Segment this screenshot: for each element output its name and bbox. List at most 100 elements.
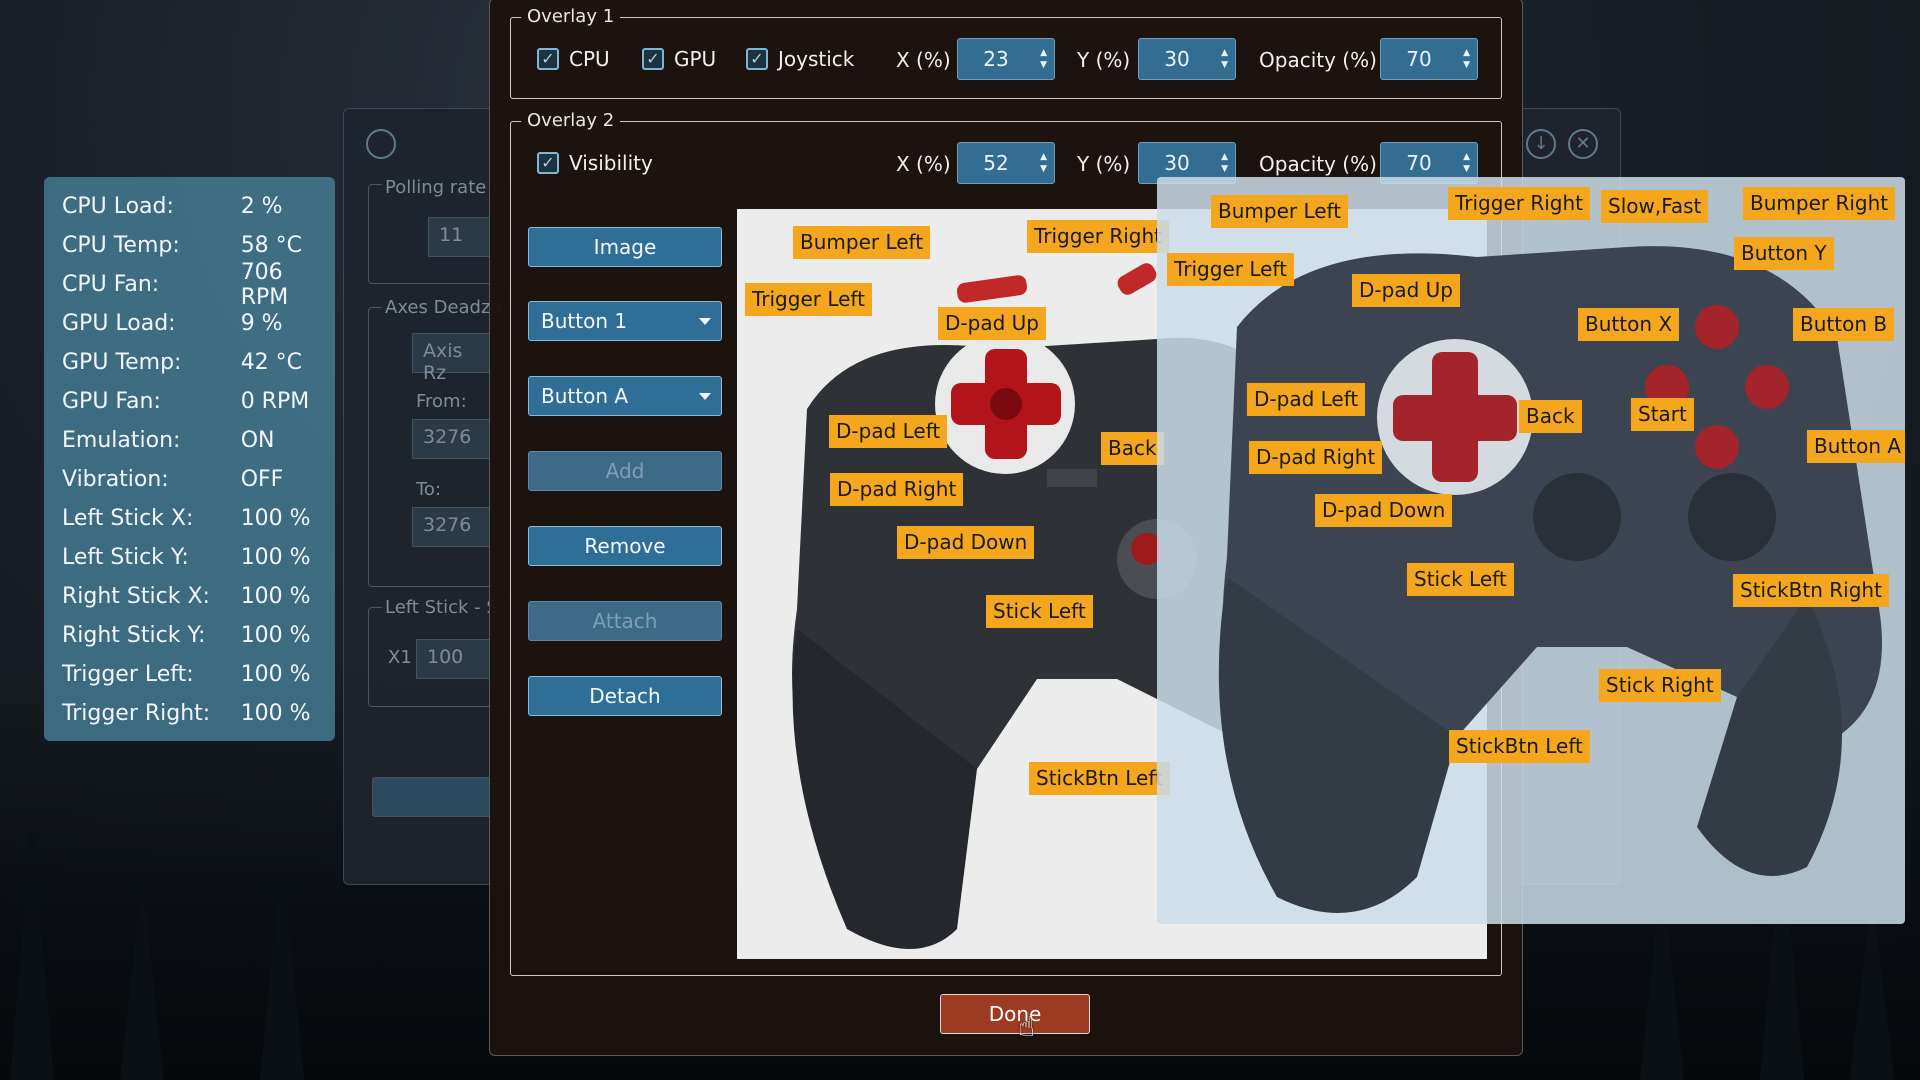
spinner-arrows-icon[interactable]: ▲ ▼ — [1463, 47, 1470, 71]
stat-row: GPU Fan: 0 RPM — [62, 382, 335, 421]
stat-value: 100 % — [240, 584, 311, 609]
overlay1-opacity-label: Opacity (%) — [1259, 48, 1377, 72]
overlay2-preview: Bumper Left Trigger Right Slow,Fast Bump… — [1157, 177, 1905, 924]
overlay2-opacity-label: Opacity (%) — [1259, 152, 1377, 176]
stat-label: Trigger Left: — [62, 662, 194, 687]
overlay-tag-slow-fast[interactable]: Slow,Fast — [1601, 190, 1709, 223]
stat-row: Vibration: OFF — [62, 460, 335, 499]
tag-dpad-right[interactable]: D-pad Right — [830, 473, 964, 506]
overlay-tag-dpad-down[interactable]: D-pad Down — [1315, 494, 1453, 527]
attach-button[interactable]: Attach — [528, 601, 722, 641]
stat-label: Right Stick Y: — [62, 623, 206, 648]
stat-label: GPU Fan: — [62, 389, 161, 414]
overlay-tag-bumper-right[interactable]: Bumper Right — [1743, 187, 1896, 220]
overlay-tag-stick-right[interactable]: Stick Right — [1599, 669, 1721, 702]
tag-dpad-down[interactable]: D-pad Down — [897, 526, 1035, 559]
spinner-arrows-icon[interactable]: ▲ ▼ — [1221, 47, 1228, 71]
download-icon[interactable]: ↓ — [1526, 129, 1556, 159]
stats-overlay: CPU Load: 2 % CPU Temp: 58 °C CPU Fan: 706 RP… — [44, 177, 335, 741]
refresh-icon[interactable] — [366, 129, 396, 159]
checkbox-checked-icon — [642, 48, 664, 70]
overlay-tag-trigger-right[interactable]: Trigger Right — [1448, 187, 1590, 220]
tag-stick-left[interactable]: Stick Left — [986, 595, 1093, 628]
visibility-checkbox[interactable]: Visibility — [537, 151, 653, 175]
overlay-tag-back[interactable]: Back — [1519, 400, 1582, 433]
mapping-select[interactable]: Button A — [528, 376, 722, 416]
overlay-tag-dpad-right[interactable]: D-pad Right — [1249, 441, 1383, 474]
stat-row: Right Stick X: 100 % — [62, 577, 335, 616]
chevron-down-icon — [699, 318, 711, 325]
checkbox-checked-icon — [746, 48, 768, 70]
stat-row: Left Stick X: 100 % — [62, 499, 335, 538]
from-label: From: — [416, 391, 467, 412]
checkbox-checked-icon — [537, 48, 559, 70]
spinner-arrows-icon[interactable]: ▲ ▼ — [1040, 47, 1047, 71]
stat-label: Emulation: — [62, 428, 181, 453]
overlay1-opacity-spinner[interactable]: 70 ▲ ▼ — [1380, 38, 1478, 80]
overlay-tag-button-b[interactable]: Button B — [1793, 308, 1895, 341]
overlay-tag-button-y[interactable]: Button Y — [1734, 237, 1834, 270]
overlay1-y-spinner[interactable]: 30 ▲ ▼ — [1138, 38, 1236, 80]
overlay1-y-value: 30 — [1164, 47, 1190, 71]
overlay1-x-spinner[interactable]: 23 ▲ ▼ — [957, 38, 1055, 80]
overlay-tag-button-x[interactable]: Button X — [1578, 308, 1680, 341]
overlay-tag-button-a[interactable]: Button A — [1807, 430, 1905, 463]
tag-bumper-left[interactable]: Bumper Left — [793, 226, 931, 259]
overlay-tag-stickbtn-right[interactable]: StickBtn Right — [1733, 574, 1889, 607]
mapping-select-value: Button A — [541, 384, 629, 408]
gamepad-preview-image — [1218, 246, 1882, 913]
overlay1-opacity-value: 70 — [1406, 47, 1432, 71]
stat-row: Emulation: ON — [62, 421, 335, 460]
overlay2-opacity-value: 70 — [1406, 151, 1432, 175]
overlay2-x-value: 52 — [983, 151, 1009, 175]
overlay-tag-stick-left[interactable]: Stick Left — [1407, 563, 1514, 596]
x1-label: X1 — [388, 647, 412, 668]
stat-label: GPU Load: — [62, 311, 176, 336]
overlay-tag-start[interactable]: Start — [1631, 398, 1694, 431]
close-icon[interactable]: ✕ — [1568, 129, 1598, 159]
tag-trigger-left[interactable]: Trigger Left — [745, 283, 872, 316]
overlay-tag-dpad-left[interactable]: D-pad Left — [1247, 383, 1366, 416]
overlay-tag-dpad-up[interactable]: D-pad Up — [1352, 274, 1460, 307]
spinner-arrows-icon[interactable]: ▲ ▼ — [1040, 151, 1047, 175]
background-apply-button[interactable] — [372, 777, 502, 817]
tag-dpad-left[interactable]: D-pad Left — [829, 415, 948, 448]
stat-label: Trigger Right: — [62, 701, 211, 726]
polling-input[interactable]: 11 — [428, 217, 498, 257]
spinner-arrows-icon[interactable]: ▲ ▼ — [1221, 151, 1228, 175]
stat-value: ON — [240, 428, 275, 453]
chevron-down-icon — [699, 393, 711, 400]
tag-trigger-right[interactable]: Trigger Right — [1027, 220, 1169, 253]
to-label: To: — [416, 479, 442, 500]
overlay-tag-trigger-left[interactable]: Trigger Left — [1167, 253, 1294, 286]
stat-label: Left Stick Y: — [62, 545, 189, 570]
detach-button[interactable]: Detach — [528, 676, 722, 716]
hand-cursor-icon: ☝ — [1018, 1010, 1036, 1043]
overlay-tag-stickbtn-left[interactable]: StickBtn Left — [1449, 730, 1590, 763]
tag-stickbtn-left[interactable]: StickBtn Left — [1029, 762, 1170, 795]
overlay-tag-bumper-left[interactable]: Bumper Left — [1211, 195, 1349, 228]
remove-button[interactable]: Remove — [528, 526, 722, 566]
joystick-label: Joystick — [778, 47, 855, 71]
stat-value: 42 °C — [240, 350, 303, 375]
stat-label: GPU Temp: — [62, 350, 182, 375]
overlay2-x-spinner[interactable]: 52 ▲ ▼ — [957, 142, 1055, 184]
joystick-checkbox[interactable]: Joystick — [746, 47, 854, 71]
cpu-checkbox[interactable]: CPU — [537, 47, 610, 71]
polling-label: Polling rate ( — [382, 177, 503, 198]
done-button[interactable]: Done — [940, 994, 1090, 1034]
add-button[interactable]: Add — [528, 451, 722, 491]
stat-value: OFF — [240, 467, 284, 492]
spinner-arrows-icon[interactable]: ▲ ▼ — [1463, 151, 1470, 175]
stat-value: 100 % — [240, 623, 311, 648]
tag-dpad-up[interactable]: D-pad Up — [938, 307, 1046, 340]
cpu-label: CPU — [569, 47, 610, 71]
overlay1-title: Overlay 1 — [521, 6, 621, 27]
tag-back[interactable]: Back — [1101, 432, 1164, 465]
stat-value: 100 % — [240, 701, 311, 726]
button-select[interactable]: Button 1 — [528, 301, 722, 341]
gpu-checkbox[interactable]: GPU — [642, 47, 716, 71]
stat-value: 100 % — [240, 662, 311, 687]
image-button[interactable]: Image — [528, 227, 722, 267]
stat-row: Trigger Right: 100 % — [62, 694, 335, 733]
